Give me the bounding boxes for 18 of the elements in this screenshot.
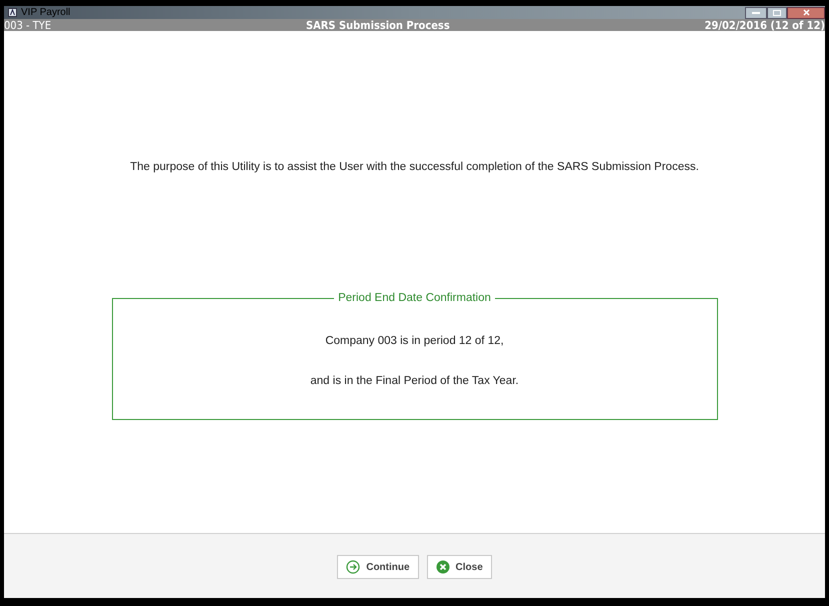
close-button[interactable]: Close: [426, 555, 492, 579]
window-title: VIP Payroll: [21, 8, 70, 18]
confirmation-text: and is in the Final Period of the Tax Year.: [310, 374, 519, 388]
confirmation-text: Company 003 is in period 12 of 12,: [325, 334, 504, 350]
maximize-button[interactable]: [767, 6, 787, 18]
company-label: 003 - TYE: [4, 20, 52, 30]
minimize-button[interactable]: [745, 6, 767, 18]
header-title: SARS Submission Process: [306, 20, 450, 30]
arrow-circle-icon: [346, 560, 360, 574]
close-icon: [802, 9, 810, 16]
intro-text: The purpose of this Utility is to assist the User with the successful completion of the SARS Submission Process.: [130, 160, 699, 175]
app-icon: [8, 8, 17, 17]
maximize-icon: [773, 10, 781, 16]
period-label: 29/02/2016 (12 of 12): [704, 20, 825, 30]
close-button[interactable]: [787, 6, 825, 18]
minimize-icon: [752, 12, 760, 14]
continue-button[interactable]: Continue: [337, 555, 419, 579]
close-icon: [436, 560, 450, 574]
